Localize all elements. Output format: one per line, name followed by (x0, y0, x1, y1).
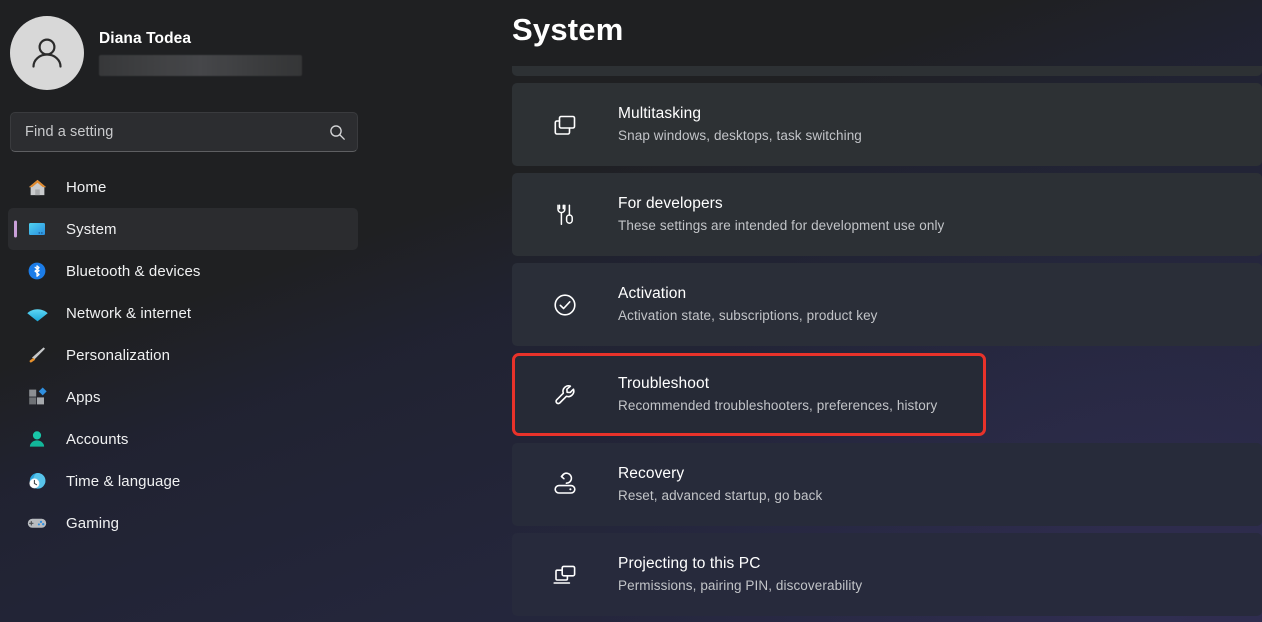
avatar (10, 16, 84, 90)
settings-row-partial-above[interactable] (512, 66, 1262, 76)
settings-row-recovery[interactable]: Recovery Reset, advanced startup, go bac… (512, 443, 1262, 526)
wrench-icon (548, 381, 582, 409)
sidebar-item-time-language[interactable]: Time & language (8, 460, 358, 502)
settings-row-subtitle: Snap windows, desktops, task switching (618, 127, 862, 143)
search-box[interactable] (10, 112, 358, 152)
gamepad-icon (24, 512, 50, 534)
settings-row-title: Projecting to this PC (618, 554, 761, 572)
paintbrush-icon (24, 344, 50, 366)
settings-row-subtitle: These settings are intended for developm… (618, 217, 945, 233)
sidebar-item-label: Home (66, 178, 107, 196)
home-icon (24, 177, 50, 198)
settings-row-title: Recovery (618, 464, 685, 482)
settings-row-title: Activation (618, 284, 687, 302)
settings-row-subtitle: Permissions, pairing PIN, discoverabilit… (618, 577, 863, 593)
monitor-icon (24, 218, 50, 240)
multitasking-windows-icon (548, 111, 582, 139)
settings-row-projecting-to-this-pc[interactable]: Projecting to this PC Permissions, pairi… (512, 533, 1262, 616)
check-circle-icon (548, 291, 582, 319)
sidebar-item-bluetooth-devices[interactable]: Bluetooth & devices (8, 250, 358, 292)
apps-grid-icon (24, 386, 50, 408)
profile-name: Diana Todea (99, 29, 192, 47)
sidebar-item-label: Bluetooth & devices (66, 262, 201, 280)
search-icon[interactable] (329, 124, 346, 141)
sidebar-item-label: Time & language (66, 472, 181, 490)
settings-row-multitasking[interactable]: Multitasking Snap windows, desktops, tas… (512, 83, 1262, 166)
main-content: System Multitasking Snap windows, deskto… (372, 0, 1262, 622)
sidebar-item-home[interactable]: Home (8, 166, 358, 208)
sidebar-item-gaming[interactable]: Gaming (8, 502, 358, 544)
settings-row-activation[interactable]: Activation Activation state, subscriptio… (512, 263, 1262, 346)
sidebar-item-label: Network & internet (66, 304, 192, 322)
person-avatar-icon (32, 38, 62, 68)
sidebar-item-accounts[interactable]: Accounts (8, 418, 358, 460)
settings-row-title: For developers (618, 194, 723, 212)
wifi-icon (24, 302, 50, 325)
page-title: System (512, 12, 624, 47)
sidebar-item-label: Apps (66, 388, 101, 406)
sidebar-nav: Home System Bluetooth & devices Network … (0, 166, 372, 544)
sidebar-item-network-internet[interactable]: Network & internet (8, 292, 358, 334)
settings-row-subtitle: Reset, advanced startup, go back (618, 487, 823, 503)
sidebar-item-personalization[interactable]: Personalization (8, 334, 358, 376)
user-profile[interactable]: Diana Todea (0, 0, 372, 92)
sidebar-item-label: System (66, 220, 117, 238)
sidebar-item-system[interactable]: System (8, 208, 358, 250)
settings-list: Multitasking Snap windows, desktops, tas… (512, 66, 1262, 622)
settings-row-subtitle: Recommended troubleshooters, preferences… (618, 397, 938, 413)
bluetooth-icon (24, 260, 50, 282)
recovery-drive-icon (548, 471, 582, 499)
profile-email-redacted (99, 55, 302, 77)
settings-row-troubleshoot[interactable]: Troubleshoot Recommended troubleshooters… (512, 353, 986, 436)
person-icon (24, 428, 50, 450)
settings-row-title: Troubleshoot (618, 374, 710, 392)
sidebar: Diana Todea Find a setting Home System B… (0, 0, 372, 622)
settings-row-subtitle: Activation state, subscriptions, product… (618, 307, 878, 323)
project-display-icon (548, 561, 582, 589)
settings-window: Diana Todea Find a setting Home System B… (0, 0, 1262, 622)
search-input[interactable] (25, 124, 329, 140)
sidebar-item-label: Personalization (66, 346, 171, 364)
sidebar-item-apps[interactable]: Apps (8, 376, 358, 418)
sidebar-item-label: Gaming (66, 514, 120, 532)
sidebar-item-label: Accounts (66, 430, 129, 448)
wrench-screwdriver-icon (548, 201, 582, 229)
settings-row-for-developers[interactable]: For developers These settings are intend… (512, 173, 1262, 256)
clock-globe-icon (24, 470, 50, 492)
settings-row-title: Multitasking (618, 104, 702, 122)
